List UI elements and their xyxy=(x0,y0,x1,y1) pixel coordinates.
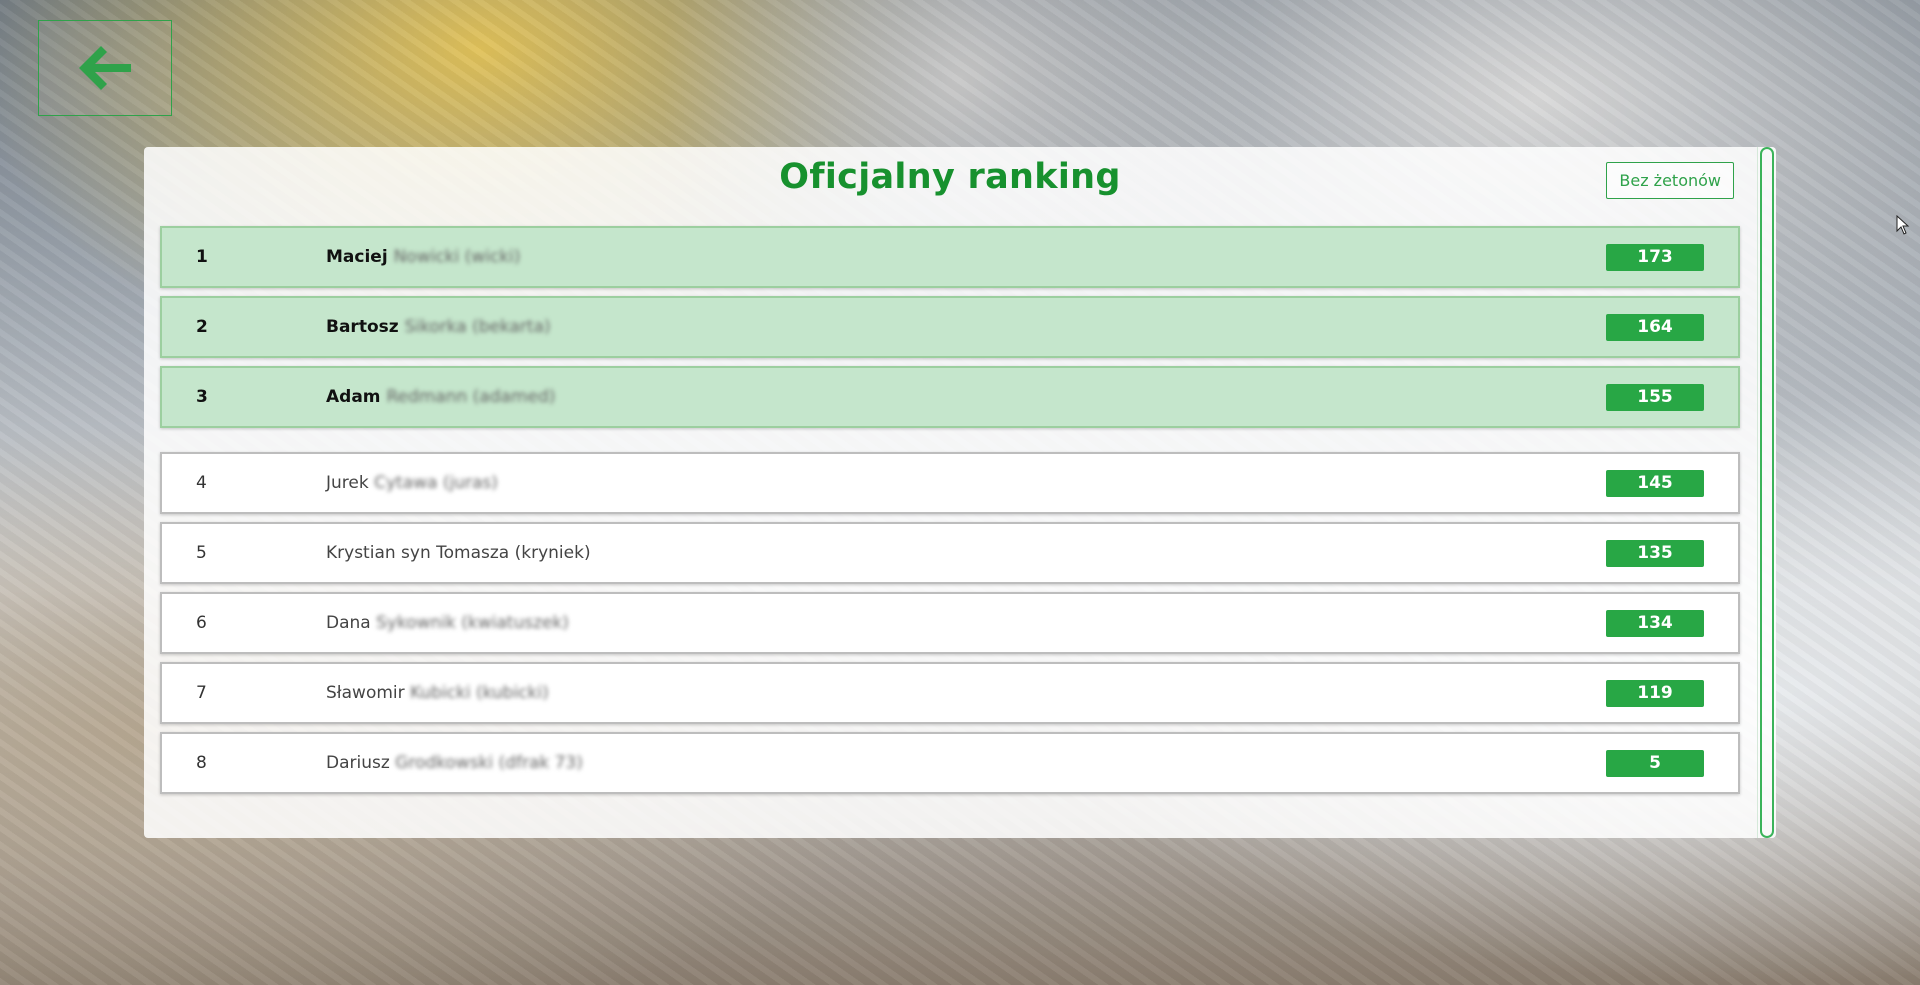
rank-position: 6 xyxy=(196,613,207,633)
page-title: Oficjalny ranking xyxy=(779,157,1121,197)
score-badge: 134 xyxy=(1606,609,1704,637)
ranking-row: 8 Dariusz Grodkowski (dfrak 73) 5 xyxy=(160,732,1740,794)
rank-position: 3 xyxy=(196,387,208,407)
score-badge: 145 xyxy=(1606,469,1704,497)
player-name: Bartosz Sikorka (bekarta) xyxy=(326,317,551,337)
no-tokens-button[interactable]: Bez żetonów xyxy=(1606,162,1734,199)
player-name: Jurek Cytawa (juras) xyxy=(326,473,498,493)
player-first-name: Krystian syn Tomasza (kryniek) xyxy=(326,543,591,563)
score-badge: 164 xyxy=(1606,313,1704,341)
score-badge: 155 xyxy=(1606,383,1704,411)
score-badge: 173 xyxy=(1606,243,1704,271)
ranking-row: 4 Jurek Cytawa (juras) 145 xyxy=(160,452,1740,514)
player-first-name: Dariusz xyxy=(326,753,390,773)
player-surname: Nowicki (wicki) xyxy=(393,247,521,267)
mouse-cursor-icon xyxy=(1896,215,1910,235)
score-badge: 5 xyxy=(1606,749,1704,777)
player-surname: Cytawa (juras) xyxy=(374,473,498,493)
player-name: Krystian syn Tomasza (kryniek) xyxy=(326,543,591,563)
player-first-name: Adam xyxy=(326,387,381,407)
arrow-left-icon xyxy=(79,46,131,90)
ranking-panel: Oficjalny ranking Bez żetonów 1 Maciej N… xyxy=(144,147,1776,838)
scroll-thumb[interactable] xyxy=(1760,147,1774,838)
player-name: Dana Sykownik (kwiatuszek) xyxy=(326,613,569,633)
player-surname: Sikorka (bekarta) xyxy=(404,317,551,337)
rank-position: 7 xyxy=(196,683,207,703)
player-surname: Grodkowski (dfrak 73) xyxy=(395,753,583,773)
player-first-name: Sławomir xyxy=(326,683,405,703)
player-first-name: Dana xyxy=(326,613,371,633)
rank-position: 2 xyxy=(196,317,208,337)
panel-scrollbar[interactable] xyxy=(1757,147,1776,838)
rank-position: 1 xyxy=(196,247,208,267)
player-name: Sławomir Kubicki (kubicki) xyxy=(326,683,549,703)
player-first-name: Bartosz xyxy=(326,317,399,337)
back-button[interactable] xyxy=(38,20,172,116)
player-name: Dariusz Grodkowski (dfrak 73) xyxy=(326,753,583,773)
player-surname: Kubicki (kubicki) xyxy=(410,683,549,703)
ranking-row: 3 Adam Redmann (adamed) 155 xyxy=(160,366,1740,428)
player-first-name: Jurek xyxy=(326,473,369,493)
ranking-list: 1 Maciej Nowicki (wicki) 173 2 Bartosz S… xyxy=(160,226,1740,802)
player-surname: Sykownik (kwiatuszek) xyxy=(376,613,569,633)
ranking-row: 2 Bartosz Sikorka (bekarta) 164 xyxy=(160,296,1740,358)
player-name: Adam Redmann (adamed) xyxy=(326,387,555,407)
rank-position: 4 xyxy=(196,473,207,493)
score-badge: 135 xyxy=(1606,539,1704,567)
rank-position: 5 xyxy=(196,543,207,563)
ranking-row: 6 Dana Sykownik (kwiatuszek) 134 xyxy=(160,592,1740,654)
ranking-row: 1 Maciej Nowicki (wicki) 173 xyxy=(160,226,1740,288)
score-badge: 119 xyxy=(1606,679,1704,707)
player-first-name: Maciej xyxy=(326,247,388,267)
player-name: Maciej Nowicki (wicki) xyxy=(326,247,520,267)
ranking-row: 5 Krystian syn Tomasza (kryniek) 135 xyxy=(160,522,1740,584)
rank-position: 8 xyxy=(196,753,207,773)
player-surname: Redmann (adamed) xyxy=(386,387,556,407)
ranking-row: 7 Sławomir Kubicki (kubicki) 119 xyxy=(160,662,1740,724)
